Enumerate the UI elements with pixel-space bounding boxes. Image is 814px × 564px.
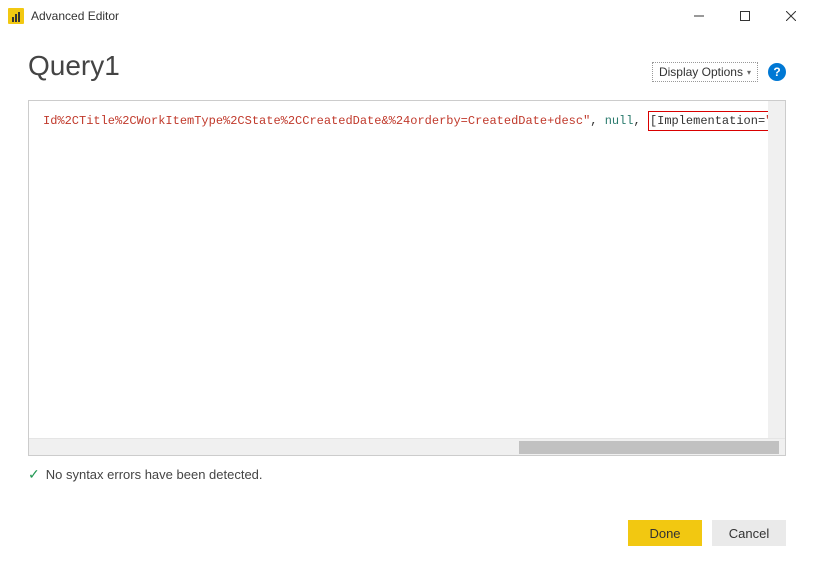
- done-button[interactable]: Done: [628, 520, 702, 546]
- code-null-keyword: null: [605, 114, 634, 128]
- code-content: Id%2CTitle%2CWorkItemType%2CState%2CCrea…: [29, 101, 785, 141]
- code-comma: ,: [634, 114, 648, 128]
- header-right: Display Options ▾ ?: [652, 62, 786, 82]
- content-area: Query1 Display Options ▾ ? Id%2CTitle%2C…: [0, 32, 814, 483]
- help-icon[interactable]: ?: [768, 63, 786, 81]
- horizontal-scrollbar-thumb[interactable]: [519, 441, 779, 454]
- display-options-dropdown[interactable]: Display Options ▾: [652, 62, 758, 82]
- code-editor[interactable]: Id%2CTitle%2CWorkItemType%2CState%2CCrea…: [28, 100, 786, 456]
- highlighted-code: [Implementation="2.0"]): [648, 111, 786, 131]
- app-icon: [8, 8, 24, 24]
- code-string-fragment: Id%2CTitle%2CWorkItemType%2CState%2CCrea…: [43, 114, 590, 128]
- titlebar: Advanced Editor: [0, 0, 814, 32]
- status-message: No syntax errors have been detected.: [46, 467, 263, 482]
- button-row: Done Cancel: [628, 520, 786, 546]
- query-name: Query1: [28, 50, 120, 82]
- chevron-down-icon: ▾: [747, 68, 751, 77]
- window-controls: [676, 0, 814, 32]
- horizontal-scrollbar[interactable]: [29, 438, 785, 455]
- cancel-button[interactable]: Cancel: [712, 520, 786, 546]
- vertical-scrollbar[interactable]: [768, 101, 785, 438]
- display-options-label: Display Options: [659, 65, 743, 79]
- status-row: ✓ No syntax errors have been detected.: [28, 466, 786, 483]
- window-title: Advanced Editor: [31, 9, 119, 23]
- maximize-button[interactable]: [722, 0, 768, 32]
- code-implementation-key: Implementation: [657, 114, 758, 128]
- close-button[interactable]: [768, 0, 814, 32]
- check-icon: ✓: [28, 466, 40, 483]
- header-row: Query1 Display Options ▾ ?: [28, 50, 786, 82]
- code-comma: ,: [590, 114, 604, 128]
- minimize-button[interactable]: [676, 0, 722, 32]
